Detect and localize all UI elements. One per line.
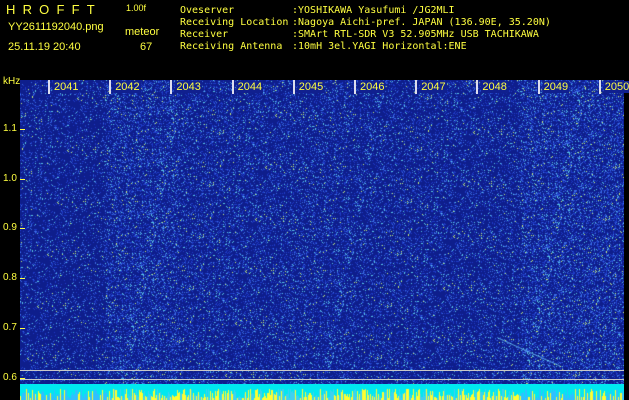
time-tick-2049 xyxy=(537,80,540,94)
hrofft-window: HROFFT 1.00f YY2611192040.png 25.11.19 2… xyxy=(0,0,629,400)
location-value: :Nagoya Aichi-pref. JAPAN (136.90E, 35.2… xyxy=(292,17,551,28)
spectrogram-noise xyxy=(20,80,624,398)
time-label-2046: 2046 xyxy=(359,81,386,93)
meteor-label: meteor xyxy=(125,26,160,38)
time-tick-2047 xyxy=(415,80,418,94)
signal-strength-bars xyxy=(20,384,624,400)
y-tick-label: 0.8 xyxy=(3,272,17,283)
antenna-label: Receiving Antenna xyxy=(180,41,283,52)
antenna-value: :10mH 3el.YAGI Horizontal:ENE xyxy=(292,41,467,52)
time-label-2042: 2042 xyxy=(114,81,141,93)
y-tick-label: 1.1 xyxy=(3,123,17,134)
time-label-2043: 2043 xyxy=(175,81,202,93)
y-tick-mark xyxy=(20,228,25,229)
y-tick-mark xyxy=(20,129,25,130)
y-unit-label: kHz xyxy=(3,76,21,87)
time-tick-2048 xyxy=(476,80,479,94)
y-tick-label: 0.9 xyxy=(3,222,17,233)
time-tick-2042 xyxy=(109,80,112,94)
app-name: HROFFT xyxy=(6,2,102,17)
time-tick-2045 xyxy=(292,80,295,94)
y-tick-label: 1.0 xyxy=(3,173,17,184)
time-tick-2041 xyxy=(48,80,50,94)
reference-line-lower xyxy=(20,379,624,380)
location-label: Receiving Location xyxy=(180,17,289,28)
receiver-label: Receiver xyxy=(180,29,229,40)
y-tick-mark xyxy=(20,179,25,180)
time-label-2044: 2044 xyxy=(236,81,264,93)
reference-line-upper xyxy=(20,370,624,371)
app-version: 1.00f xyxy=(126,3,147,13)
y-tick-mark xyxy=(20,278,25,279)
time-label-2041: 2041 xyxy=(53,81,80,93)
y-tick-label: 0.6 xyxy=(3,372,17,383)
meteor-count: 67 xyxy=(140,41,153,53)
y-tick-mark xyxy=(20,378,25,379)
time-label-2045: 2045 xyxy=(297,81,325,93)
time-tick-2044 xyxy=(231,80,234,94)
y-tick-mark xyxy=(20,328,25,329)
time-tick-2046 xyxy=(354,80,356,94)
time-tick-2050 xyxy=(598,80,601,94)
time-label-2047: 2047 xyxy=(420,81,447,93)
receiver-value: :SMArt RTL-SDR V3 52.905MHz USB TACHIKAW… xyxy=(292,29,539,40)
time-label-2049: 2049 xyxy=(542,81,570,93)
time-label-2050: 2050 xyxy=(603,81,629,93)
signal-strength-strip xyxy=(20,384,624,400)
time-label-2048: 2048 xyxy=(481,81,508,93)
y-tick-label: 0.7 xyxy=(3,322,17,333)
spectrogram xyxy=(20,80,624,398)
observer-label: Oveserver xyxy=(180,5,235,16)
time-tick-2043 xyxy=(170,80,173,94)
observer-value: :YOSHIKAWA Yasufumi /JG2MLI xyxy=(292,5,455,16)
capture-datetime: 25.11.19 20:40 xyxy=(8,41,81,53)
file-name: YY2611192040.png xyxy=(8,21,104,33)
